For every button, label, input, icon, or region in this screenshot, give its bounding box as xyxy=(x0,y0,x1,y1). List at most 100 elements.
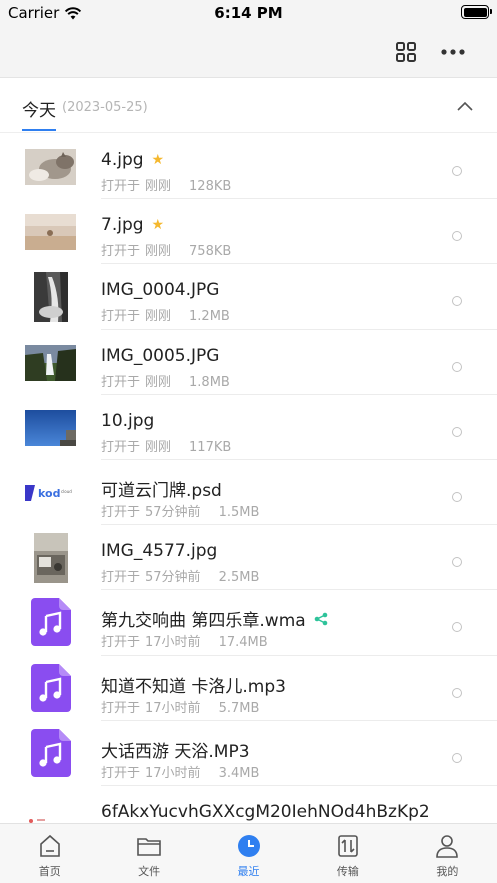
select-radio[interactable] xyxy=(452,557,462,568)
file-thumbnail xyxy=(34,533,68,584)
file-name-row: 7.jpg ★ xyxy=(101,215,164,235)
opened-prefix: 打开于 xyxy=(101,570,141,586)
file-meta: 打开于 刚刚 117KB xyxy=(101,436,249,455)
transfer-icon xyxy=(335,833,361,859)
file-thumbnail xyxy=(25,149,76,185)
clock-icon xyxy=(236,833,262,859)
tab-label: 我的 xyxy=(436,865,459,878)
tab-transfer[interactable]: 传输 xyxy=(298,824,397,883)
file-row[interactable]: 6fAkxYucvhGXXcgM20IehNOd4hBzKp2 xyxy=(0,786,497,823)
file-thumbnail xyxy=(25,800,76,823)
opened-time: 17小时前 xyxy=(145,635,201,651)
opened-prefix: 打开于 xyxy=(101,309,141,325)
opened-prefix: 打开于 xyxy=(101,635,141,651)
file-name: 10.jpg xyxy=(101,410,155,431)
bottom-tab-bar: 首页 文件 最近 传输 我的 xyxy=(0,823,497,883)
file-meta: 打开于 刚刚 128KB xyxy=(101,175,249,194)
file-size: 3.4MB xyxy=(218,765,260,781)
file-meta: 打开于 17小时前 3.4MB xyxy=(101,762,277,781)
more-options-button[interactable] xyxy=(439,38,467,66)
star-icon: ★ xyxy=(151,217,165,234)
grid-view-button[interactable] xyxy=(392,38,420,66)
file-row[interactable]: 第九交响曲 第四乐章.wma 打开于 17小时前 17.4MB xyxy=(0,590,497,656)
file-row[interactable]: IMG_0004.JPG 打开于 刚刚 1.2MB xyxy=(0,264,497,330)
opened-time: 刚刚 xyxy=(145,309,172,325)
opened-time: 57分钟前 xyxy=(145,504,201,520)
file-thumbnail xyxy=(25,214,76,251)
file-thumbnail xyxy=(34,272,68,323)
file-row[interactable]: 7.jpg ★ 打开于 刚刚 758KB xyxy=(0,199,497,265)
select-radio[interactable] xyxy=(452,622,462,633)
select-radio[interactable] xyxy=(452,752,462,763)
opened-time: 刚刚 xyxy=(145,179,172,194)
file-name-row: 4.jpg ★ xyxy=(101,150,164,170)
file-meta: 打开于 刚刚 1.2MB xyxy=(101,305,248,324)
star-icon: ★ xyxy=(151,152,165,168)
clock: 6:14 PM xyxy=(214,4,283,22)
file-name: 7.jpg xyxy=(101,215,144,236)
file-row[interactable]: kod cloud 可道云门牌.psd 打开于 57分钟前 1.5MB xyxy=(0,460,497,526)
file-name: 可道云门牌.psd xyxy=(101,480,222,501)
file-row[interactable]: 大话西游 天浴.MP3 打开于 17小时前 3.4MB xyxy=(0,721,497,787)
file-name: 6fAkxYucvhGXXcgM20IehNOd4hBzKp2 xyxy=(101,801,430,822)
file-name: IMG_0004.JPG xyxy=(101,280,220,301)
file-meta: 打开于 57分钟前 2.5MB xyxy=(101,566,277,585)
select-radio[interactable] xyxy=(452,166,462,176)
file-row[interactable]: 知道不知道 卡洛儿.mp3 打开于 17小时前 5.7MB xyxy=(0,656,497,721)
chevron-up-icon[interactable] xyxy=(453,95,477,119)
tab-label: 文件 xyxy=(138,865,161,878)
recent-file-list: 4.jpg ★ 打开于 刚刚 128KB 7.jpg ★ 打开于 刚刚 758KB IMG_0004… xyxy=(0,134,497,823)
select-radio[interactable] xyxy=(452,687,462,698)
status-bar: Carrier 6:14 PM xyxy=(0,0,497,26)
file-size: 5.7MB xyxy=(218,700,260,716)
file-name: IMG_4577.jpg xyxy=(101,541,218,562)
file-row[interactable]: IMG_4577.jpg 打开于 57分钟前 2.5MB xyxy=(0,525,497,591)
file-row[interactable]: IMG_0005.JPG 打开于 刚刚 1.8MB xyxy=(0,330,497,395)
file-row[interactable]: 4.jpg ★ 打开于 刚刚 128KB xyxy=(0,134,497,200)
select-radio[interactable] xyxy=(452,296,462,307)
file-meta: 打开于 17小时前 5.7MB xyxy=(101,697,277,716)
tab-folder[interactable]: 文件 xyxy=(99,824,198,883)
opened-time: 刚刚 xyxy=(145,244,172,260)
svg-text:cloud: cloud xyxy=(61,489,72,494)
file-meta: 打开于 刚刚 758KB xyxy=(101,240,249,259)
tab-label: 最近 xyxy=(237,865,260,878)
select-radio[interactable] xyxy=(452,491,462,502)
opened-time: 57分钟前 xyxy=(145,570,201,586)
more-horizontal-icon xyxy=(441,49,465,55)
file-size: 1.8MB xyxy=(189,374,230,390)
opened-prefix: 打开于 xyxy=(101,374,141,390)
file-size: 17.4MB xyxy=(218,635,268,651)
section-date: (2023-05-25) xyxy=(62,100,148,115)
tab-home[interactable]: 首页 xyxy=(0,824,99,883)
tab-user[interactable]: 我的 xyxy=(398,824,497,883)
file-name-row: 可道云门牌.psd xyxy=(101,476,222,501)
user-icon xyxy=(434,833,460,859)
tab-clock[interactable]: 最近 xyxy=(199,824,298,883)
opened-time: 刚刚 xyxy=(145,439,172,455)
opened-prefix: 打开于 xyxy=(101,439,141,455)
file-name-row: 第九交响曲 第四乐章.wma xyxy=(101,606,328,631)
music-file-icon xyxy=(31,663,71,712)
file-thumbnail xyxy=(25,409,76,446)
file-name-row: IMG_0004.JPG xyxy=(101,280,219,300)
opened-prefix: 打开于 xyxy=(101,244,141,260)
file-name-row: 10.jpg xyxy=(101,411,154,431)
opened-prefix: 打开于 xyxy=(101,765,141,781)
music-file-icon xyxy=(31,598,71,647)
svg-text:kod: kod xyxy=(38,487,60,500)
file-row[interactable]: 10.jpg 打开于 刚刚 117KB xyxy=(0,395,497,461)
file-name: IMG_0005.JPG xyxy=(101,345,220,366)
opened-time: 刚刚 xyxy=(145,374,172,390)
file-name-row: 大话西游 天浴.MP3 xyxy=(101,737,250,762)
select-radio[interactable] xyxy=(452,231,462,242)
file-size: 128KB xyxy=(189,179,232,194)
opened-prefix: 打开于 xyxy=(101,504,141,520)
file-name-row: 6fAkxYucvhGXXcgM20IehNOd4hBzKp2 xyxy=(101,802,430,822)
file-name: 知道不知道 卡洛儿.mp3 xyxy=(101,676,286,697)
select-radio[interactable] xyxy=(452,426,462,437)
folder-icon xyxy=(136,833,162,859)
file-name-row: 知道不知道 卡洛儿.mp3 xyxy=(101,672,286,697)
select-radio[interactable] xyxy=(452,361,462,372)
share-icon xyxy=(314,612,328,626)
